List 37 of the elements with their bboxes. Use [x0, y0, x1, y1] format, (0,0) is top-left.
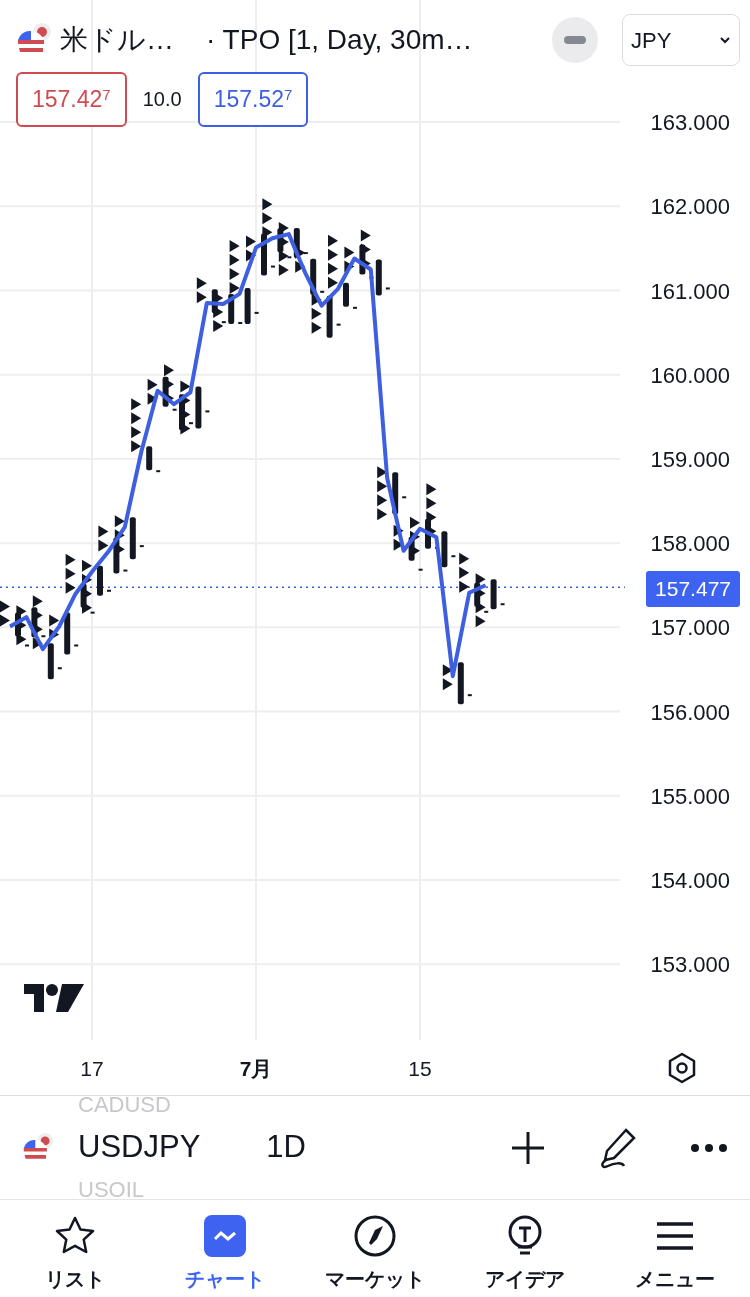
nav-tab[interactable]: マーケット — [300, 1200, 450, 1295]
nav-tab[interactable]: アイデア — [450, 1200, 600, 1295]
symbol-name[interactable]: 米ドル… — [60, 19, 174, 61]
axis-label: 153.000 — [650, 952, 730, 978]
buy-price[interactable]: 157.52$^{7}$ — [197, 72, 309, 127]
sell-price[interactable]: 157.42$^{7}$ — [16, 72, 127, 127]
axis-label: 155.000 — [650, 783, 730, 809]
axis-label: 156.000 — [650, 699, 730, 725]
symbol-name[interactable]: USDJPY — [78, 1124, 201, 1171]
collapse-button[interactable] — [552, 17, 598, 63]
axis-label: 162.000 — [650, 194, 730, 220]
nav-tab[interactable]: メニュー — [600, 1200, 750, 1295]
axis-label: 154.000 — [650, 867, 730, 893]
axis-label: 7月 — [239, 1057, 273, 1080]
axis-label: 161.000 — [650, 278, 730, 304]
currency-select[interactable]: JPY — [622, 14, 740, 66]
axis-label: 160.000 — [650, 362, 730, 388]
more-icon[interactable] — [690, 1142, 728, 1153]
axis-label: 159.000 — [650, 446, 730, 472]
chart-icon — [203, 1214, 247, 1258]
axis-label: 17 — [80, 1057, 104, 1080]
axis-label: 163.000 — [650, 110, 730, 136]
nav-tab[interactable]: リスト — [0, 1200, 150, 1295]
settings-icon[interactable] — [668, 1052, 696, 1084]
spread-value: 10.0 — [142, 87, 182, 113]
minus-icon — [564, 36, 586, 44]
axis-label: 157.000 — [650, 615, 730, 641]
interval-label[interactable]: 1D — [266, 1124, 306, 1171]
compass-icon — [353, 1214, 397, 1258]
axis-label: 158.000 — [650, 531, 730, 557]
nav-tab[interactable]: チャート — [150, 1200, 300, 1295]
study-title[interactable]: · TPO [1, Day, 30m… — [206, 19, 473, 61]
chevron-icon — [719, 36, 731, 44]
plus-icon[interactable] — [510, 1129, 546, 1166]
axis-label: 15 — [408, 1057, 432, 1080]
logo-icon — [24, 984, 84, 1012]
last-price-label: 157.477 — [646, 571, 740, 607]
